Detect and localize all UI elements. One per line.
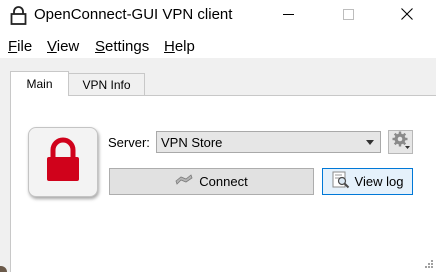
- menu-view-mnemonic: V: [47, 38, 57, 55]
- menu-settings-label: ettings: [105, 38, 150, 55]
- connect-button[interactable]: Connect: [109, 168, 314, 195]
- log-magnifier-icon: [332, 171, 350, 192]
- menu-help-label: elp: [174, 38, 195, 55]
- minimize-icon: [282, 7, 294, 25]
- lock-icon: [44, 137, 82, 188]
- connection-status-indicator: [28, 127, 98, 197]
- server-settings-button[interactable]: [388, 130, 413, 154]
- server-select[interactable]: VPN Store: [156, 131, 381, 153]
- maximize-button[interactable]: [325, 0, 371, 31]
- menu-file-label: ile: [17, 38, 33, 55]
- close-icon: [401, 7, 413, 25]
- server-select-value: VPN Store: [161, 135, 223, 150]
- menu-settings-mnemonic: S: [95, 38, 106, 55]
- menu-help[interactable]: Help: [164, 38, 195, 55]
- menu-file-mnemonic: F: [8, 38, 18, 55]
- title-bar[interactable]: OpenConnect-GUI VPN client: [0, 0, 436, 31]
- window-title: OpenConnect-GUI VPN client: [34, 6, 233, 23]
- resize-grip-icon[interactable]: [422, 258, 434, 270]
- menu-settings[interactable]: Settings: [95, 38, 149, 55]
- menu-help-mnemonic: H: [164, 38, 175, 55]
- maximize-icon: [342, 7, 354, 25]
- view-log-button[interactable]: View log: [322, 168, 413, 195]
- tab-vpn-info[interactable]: VPN Info: [68, 73, 145, 95]
- menu-file[interactable]: File: [8, 38, 32, 55]
- menu-bar: File View Settings Help: [0, 34, 436, 58]
- connect-icon: [175, 173, 193, 190]
- gear-icon: [391, 130, 411, 155]
- minimize-button[interactable]: [265, 0, 311, 31]
- menu-view-label: iew: [56, 38, 80, 55]
- chevron-down-icon: [366, 140, 374, 145]
- view-log-label: View log: [354, 174, 404, 189]
- lock-icon: [10, 6, 27, 25]
- close-button[interactable]: [384, 0, 430, 31]
- server-label: Server:: [108, 135, 150, 150]
- tab-main[interactable]: Main: [10, 71, 69, 96]
- menu-view[interactable]: View: [47, 38, 79, 55]
- connect-label: Connect: [199, 174, 248, 189]
